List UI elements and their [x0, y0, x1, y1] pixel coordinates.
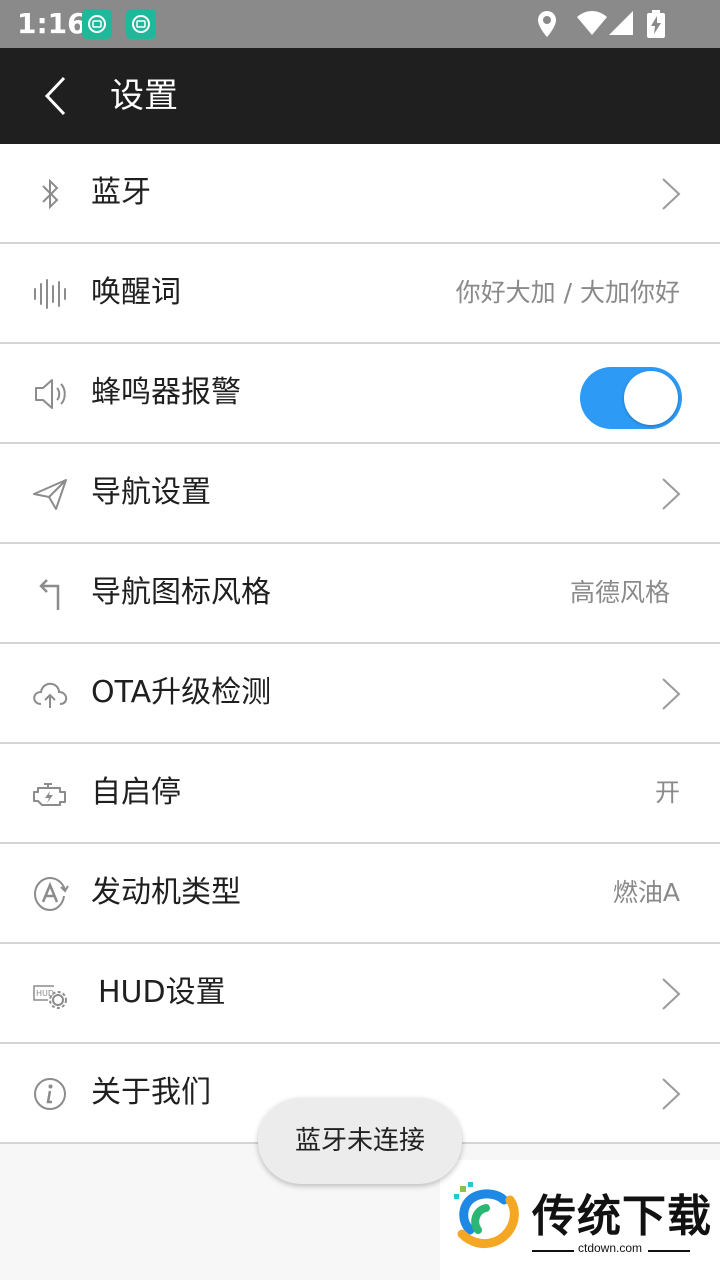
chevron-right-icon — [660, 477, 682, 511]
setting-row-navigation-icon-style[interactable]: 导航图标风格 高德风格 — [0, 544, 720, 644]
watermark-brand: 传统下载 — [532, 1191, 712, 1242]
toggle-knob — [624, 371, 678, 425]
setting-label: 自启停 — [91, 775, 181, 810]
chevron-right-icon — [660, 1077, 682, 1111]
buzzer-alarm-toggle[interactable] — [580, 367, 682, 429]
info-icon — [30, 1074, 70, 1114]
settings-list: 蓝牙 唤醒词 你好大加 / 大加你好 蜂鸣器报警 导航设置 导航图标风格 高德风… — [0, 144, 720, 1144]
status-bar: 1:16 — [0, 0, 720, 48]
setting-label: HUD设置 — [98, 975, 226, 1010]
chevron-right-icon — [660, 977, 682, 1011]
auto-mode-a-icon — [30, 874, 70, 914]
setting-label: 导航设置 — [91, 475, 211, 510]
setting-row-navigation-settings[interactable]: 导航设置 — [0, 444, 720, 544]
status-time: 1:16 — [17, 7, 87, 40]
cell-signal-icon — [609, 11, 633, 35]
wifi-icon — [577, 11, 607, 35]
setting-label: 关于我们 — [91, 1075, 211, 1110]
voice-waveform-icon — [30, 274, 70, 314]
paper-plane-icon — [30, 474, 70, 514]
app-bar: 设置 — [0, 48, 720, 144]
watermark-divider — [648, 1250, 690, 1252]
speaker-icon — [30, 374, 70, 414]
site-watermark: 传统下载 ctdown.com — [440, 1160, 720, 1280]
engine-icon — [30, 774, 70, 814]
setting-row-auto-start-stop[interactable]: 自启停 开 — [0, 744, 720, 844]
setting-row-wake-word[interactable]: 唤醒词 你好大加 / 大加你好 — [0, 244, 720, 344]
setting-label: OTA升级检测 — [91, 675, 272, 710]
setting-row-hud-settings[interactable]: HUD HUD设置 — [0, 944, 720, 1044]
watermark-divider — [532, 1250, 574, 1252]
setting-row-bluetooth[interactable]: 蓝牙 — [0, 144, 720, 244]
toast-message: 蓝牙未连接 — [258, 1098, 462, 1184]
setting-value: 开 — [654, 778, 680, 807]
page-title: 设置 — [110, 76, 178, 116]
setting-row-buzzer-alarm: 蜂鸣器报警 — [0, 344, 720, 444]
setting-value: 你好大加 / 大加你好 — [455, 278, 680, 307]
back-arrow-icon — [44, 76, 66, 116]
location-icon — [538, 11, 556, 37]
chevron-right-icon — [660, 177, 682, 211]
bluetooth-icon — [30, 174, 70, 214]
notification-app-icon — [82, 9, 112, 39]
battery-charging-icon — [647, 10, 665, 38]
setting-label: 蜂鸣器报警 — [91, 375, 241, 410]
setting-label: 唤醒词 — [91, 275, 181, 310]
turn-arrow-icon — [30, 574, 70, 614]
setting-label: 发动机类型 — [91, 875, 241, 910]
setting-value: 高德风格 — [569, 578, 670, 607]
setting-value: 燃油A — [612, 878, 680, 907]
notification-app-icon — [126, 9, 156, 39]
setting-row-engine-type[interactable]: 发动机类型 燃油A — [0, 844, 720, 944]
chevron-right-icon — [660, 677, 682, 711]
setting-label: 导航图标风格 — [91, 575, 271, 610]
watermark-url: ctdown.com — [578, 1241, 643, 1255]
cloud-upload-icon — [30, 674, 70, 714]
setting-label: 蓝牙 — [91, 175, 151, 210]
setting-row-ota-check[interactable]: OTA升级检测 — [0, 644, 720, 744]
hud-gear-icon: HUD — [30, 974, 70, 1014]
watermark-logo-icon — [454, 1182, 519, 1249]
back-button[interactable] — [28, 62, 92, 130]
